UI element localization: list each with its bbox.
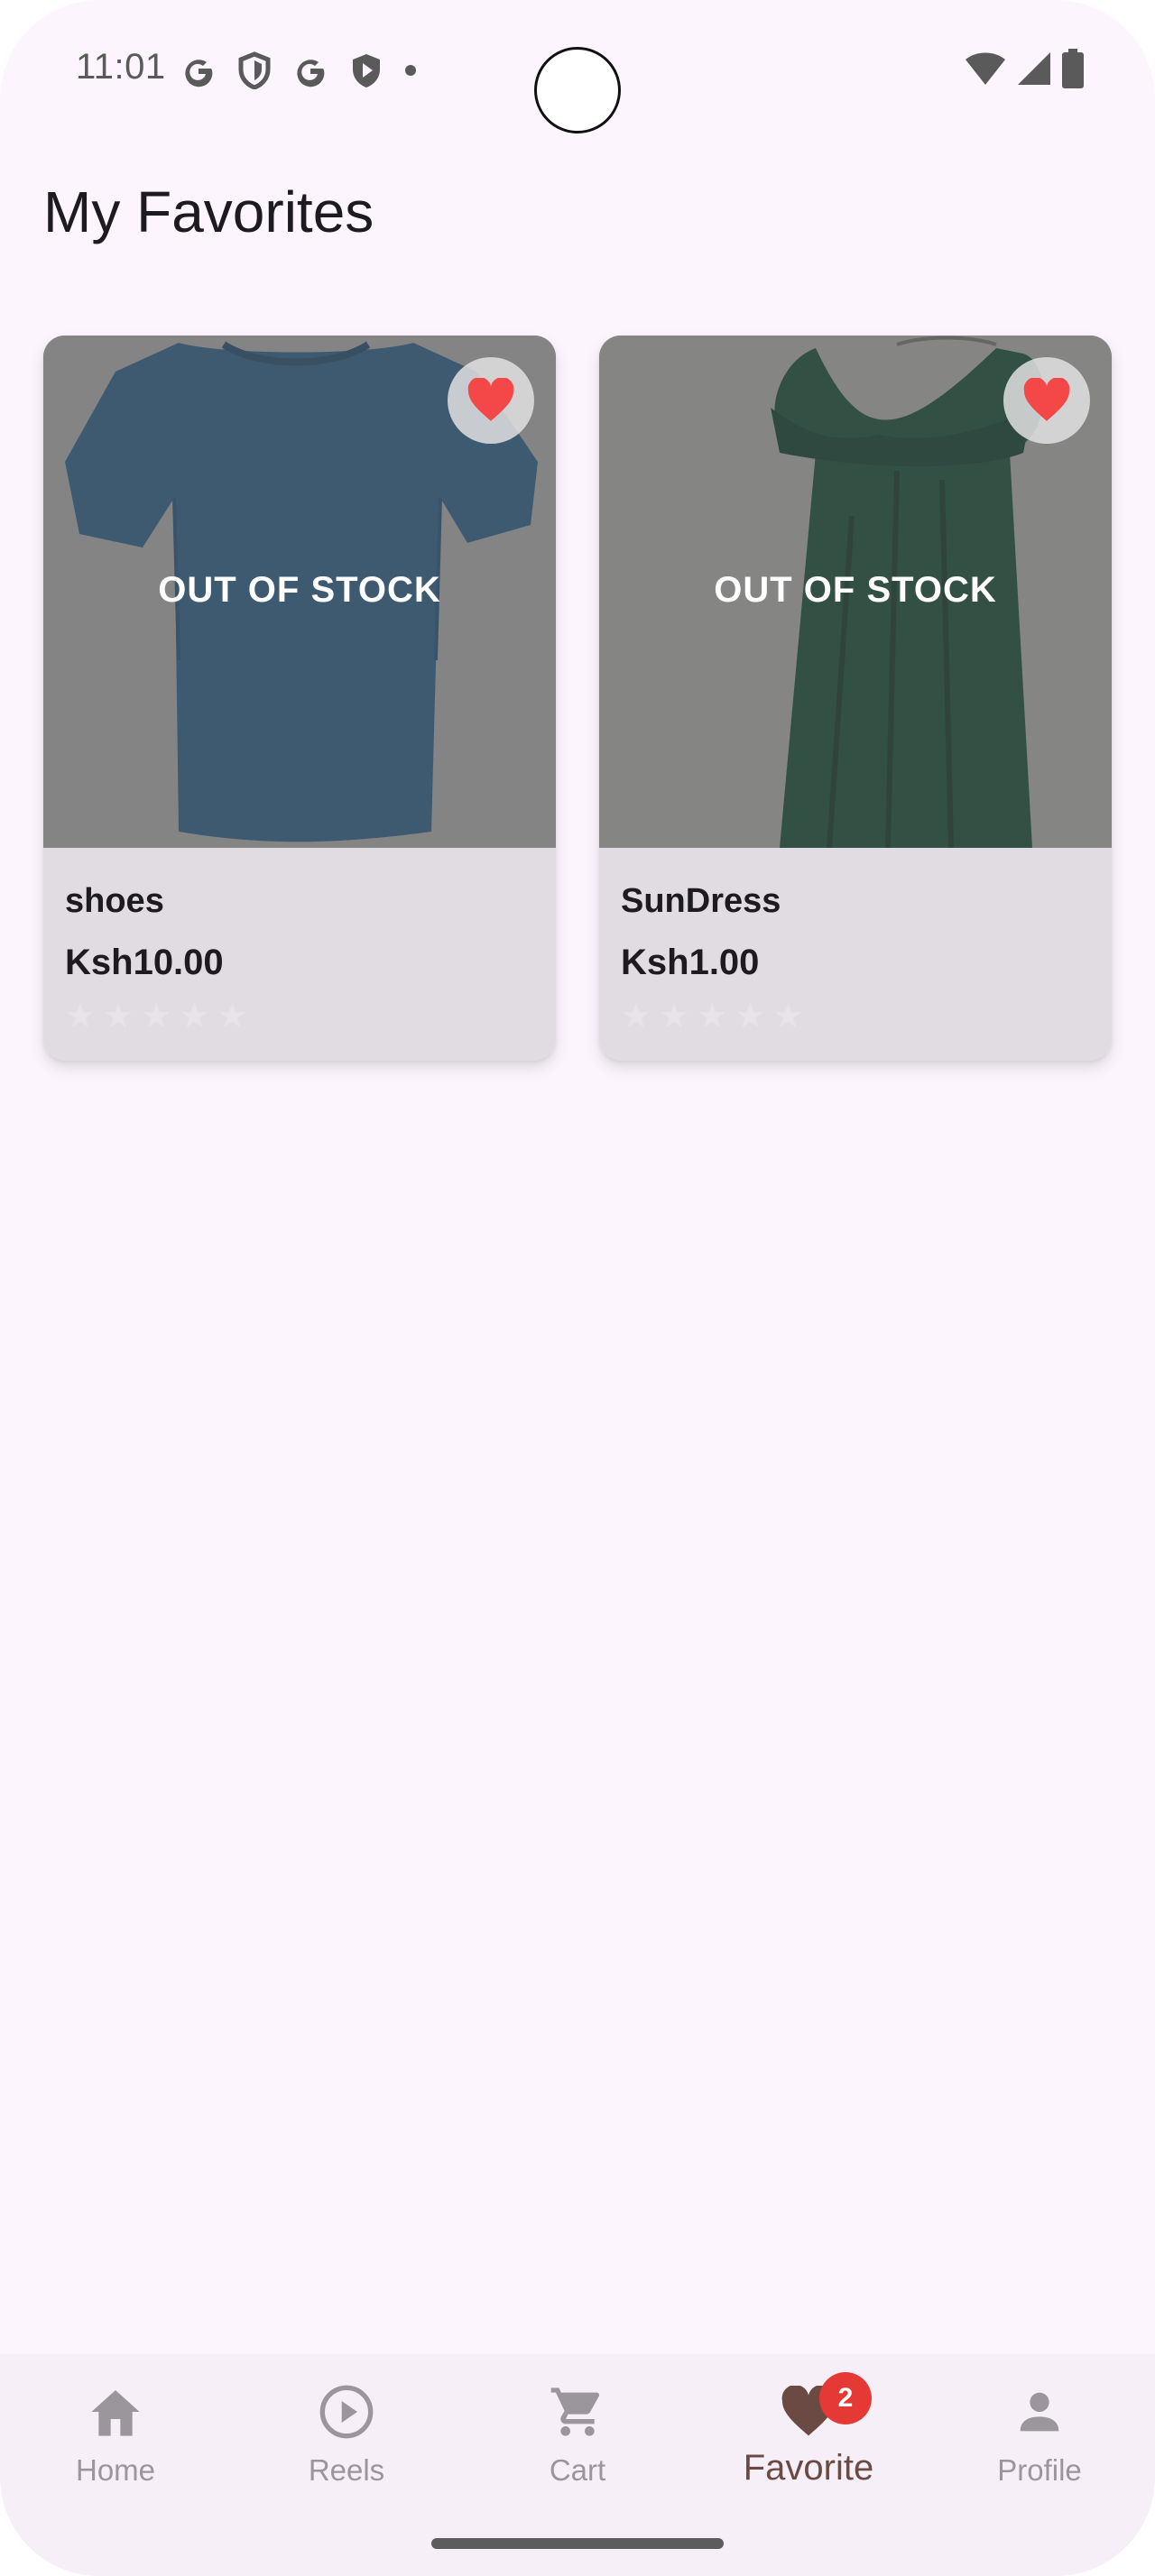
system-icons bbox=[964, 49, 1085, 88]
favorite-toggle-button[interactable] bbox=[448, 357, 534, 444]
nav-item-cart[interactable]: Cart bbox=[462, 2354, 693, 2535]
nav-label: Home bbox=[75, 2453, 156, 2487]
product-image: OUT OF STOCK bbox=[599, 336, 1112, 848]
home-indicator[interactable] bbox=[431, 2538, 724, 2549]
nav-label: Favorite bbox=[743, 2448, 874, 2488]
google-g-icon bbox=[297, 60, 325, 87]
play-shield-icon bbox=[353, 54, 380, 87]
nav-item-profile[interactable]: Profile bbox=[924, 2354, 1155, 2535]
star-icon: ★ bbox=[103, 998, 134, 1035]
person-icon bbox=[1011, 2379, 1068, 2444]
phone-screen: 11:01 My Favorites OUT OF STOCK shoes Ks… bbox=[0, 0, 1155, 2576]
camera-cutout bbox=[534, 47, 621, 133]
favorites-count-badge: 2 bbox=[819, 2372, 872, 2424]
heart-icon bbox=[1023, 378, 1070, 421]
notification-icons bbox=[180, 51, 417, 90]
signal-icon bbox=[1018, 52, 1050, 85]
favorites-grid: OUT OF STOCK shoes Ksh10.00 ★ ★ ★ ★ ★ OU… bbox=[43, 336, 1112, 1061]
star-icon: ★ bbox=[735, 998, 766, 1035]
bottom-navigation: Home Reels Cart 2 Favorite Profile bbox=[0, 2354, 1155, 2576]
product-image: OUT OF STOCK bbox=[43, 336, 556, 848]
dot-icon bbox=[405, 65, 416, 76]
star-icon: ★ bbox=[179, 998, 210, 1035]
shield-icon bbox=[238, 51, 271, 89]
product-info: shoes Ksh10.00 ★ ★ ★ ★ ★ bbox=[43, 848, 556, 1034]
favorite-toggle-button[interactable] bbox=[1003, 357, 1090, 444]
product-info: SunDress Ksh1.00 ★ ★ ★ ★ ★ bbox=[599, 848, 1112, 1034]
nav-item-home[interactable]: Home bbox=[0, 2354, 231, 2535]
product-card[interactable]: OUT OF STOCK SunDress Ksh1.00 ★ ★ ★ ★ ★ bbox=[599, 336, 1112, 1061]
star-icon: ★ bbox=[659, 998, 690, 1035]
stock-status: OUT OF STOCK bbox=[158, 570, 441, 610]
product-name: shoes bbox=[65, 882, 164, 920]
stock-status: OUT OF STOCK bbox=[714, 570, 997, 610]
product-card[interactable]: OUT OF STOCK shoes Ksh10.00 ★ ★ ★ ★ ★ bbox=[43, 336, 556, 1061]
page-title: My Favorites bbox=[43, 179, 374, 244]
cart-icon bbox=[549, 2379, 606, 2444]
nav-label: Cart bbox=[549, 2453, 606, 2487]
battery-icon bbox=[1062, 49, 1084, 88]
status-bar: 11:01 bbox=[0, 0, 1155, 135]
star-icon: ★ bbox=[621, 998, 652, 1035]
star-icon: ★ bbox=[217, 998, 248, 1035]
star-icon: ★ bbox=[141, 998, 172, 1035]
nav-item-reels[interactable]: Reels bbox=[231, 2354, 462, 2535]
heart-icon bbox=[467, 378, 514, 421]
nav-label: Reels bbox=[308, 2453, 385, 2487]
star-icon: ★ bbox=[772, 998, 804, 1035]
status-time: 11:01 bbox=[76, 47, 166, 87]
star-icon: ★ bbox=[697, 998, 728, 1035]
nav-label: Profile bbox=[997, 2453, 1082, 2487]
home-icon bbox=[87, 2379, 144, 2444]
google-g-icon bbox=[185, 60, 213, 87]
rating-stars: ★ ★ ★ ★ ★ bbox=[65, 999, 534, 1034]
product-price: Ksh10.00 bbox=[65, 943, 224, 982]
product-price: Ksh1.00 bbox=[621, 943, 760, 982]
rating-stars: ★ ★ ★ ★ ★ bbox=[621, 999, 1090, 1034]
nav-item-favorite[interactable]: 2 Favorite bbox=[693, 2354, 924, 2535]
wifi-icon bbox=[966, 52, 1005, 85]
product-name: SunDress bbox=[621, 882, 781, 920]
play-circle-icon bbox=[318, 2379, 375, 2444]
star-icon: ★ bbox=[65, 998, 97, 1035]
